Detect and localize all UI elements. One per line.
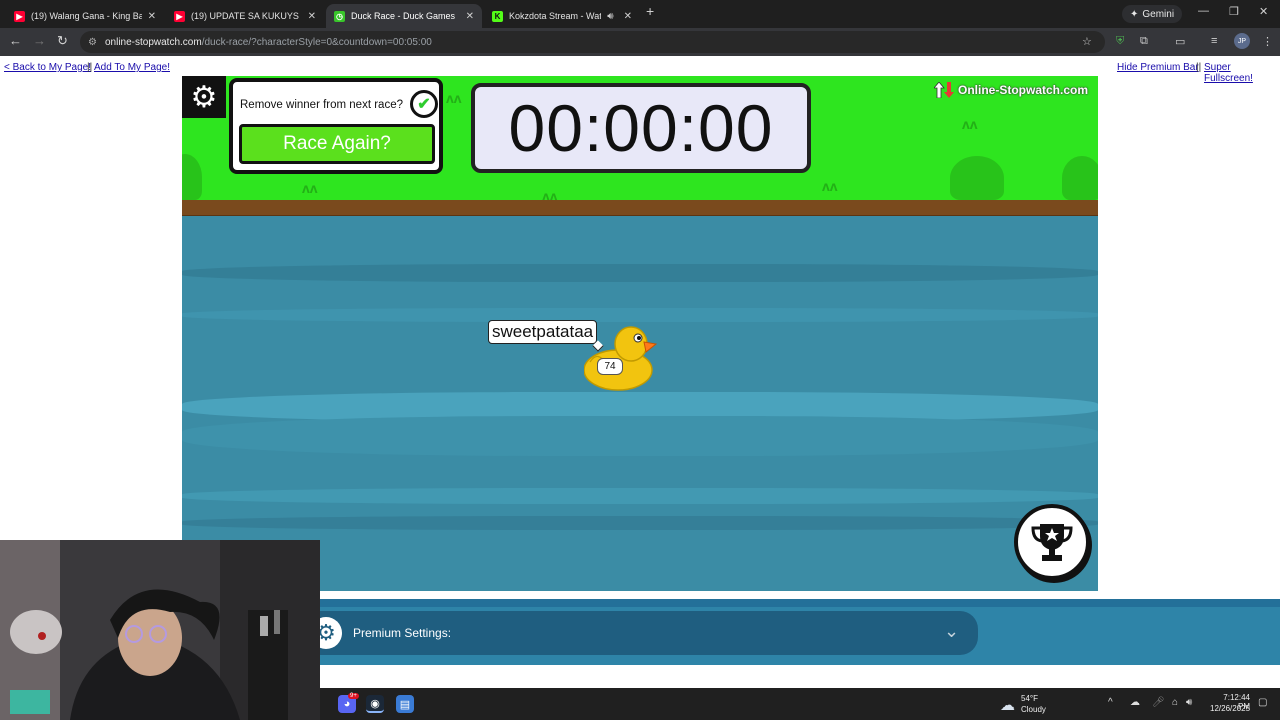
link-separator: || <box>87 62 93 73</box>
remove-winner-checkbox[interactable]: ✔ <box>410 90 438 118</box>
river <box>182 216 1098 591</box>
onedrive-icon[interactable]: ☁ <box>1130 697 1140 708</box>
notifications-icon[interactable]: ▢ <box>1258 697 1267 708</box>
tray-chevron-up-icon[interactable]: ^ <box>1108 697 1113 708</box>
back-icon[interactable]: ← <box>9 34 22 48</box>
restore-icon[interactable]: ❐ <box>1229 5 1239 18</box>
river-wave <box>182 416 1098 456</box>
browser-tab[interactable]: ▶ (19) UPDATE SA KUKUYS NEW ( ✕ <box>166 4 324 28</box>
address-bar[interactable]: ⚙︎ online-stopwatch.com/duck-race/?chara… <box>80 31 1105 53</box>
menu-icon[interactable]: ⋮ <box>1262 35 1273 48</box>
reading-list-icon[interactable]: ≡ <box>1211 35 1217 47</box>
hide-premium-bar-link[interactable]: Hide Premium Bar <box>1117 62 1199 73</box>
minimize-icon[interactable]: — <box>1198 5 1209 17</box>
duck-character <box>584 326 658 391</box>
chevron-down-icon[interactable]: ⌄ <box>944 621 959 642</box>
extensions-icon[interactable]: ⧉ <box>1140 35 1148 48</box>
youtube-icon: ▶ <box>14 10 25 22</box>
browser-toolbar: ← → ↻ ⚙︎ online-stopwatch.com/duck-race/… <box>0 28 1280 56</box>
weather-temp: 54°F <box>1021 694 1038 703</box>
webcam-overlay <box>0 540 320 720</box>
trophy-icon <box>1031 524 1073 561</box>
notepad-icon[interactable]: ▤ <box>396 695 414 713</box>
speaker-icon[interactable]: 🔊︎ <box>607 11 613 22</box>
add-to-my-page-link[interactable]: Add To My Page! <box>94 62 170 73</box>
premium-settings-toggle[interactable]: ⚙ Premium Settings: ⌄ <box>310 611 978 655</box>
sparkle-icon: ✦ <box>1130 8 1139 20</box>
leaderboard-trophy-button[interactable] <box>1014 504 1090 580</box>
duck-number-badge: 74 <box>597 358 623 375</box>
browser-tab-bar: ▶ (19) Walang Gana - King Badger ✕ ▶ (19… <box>0 0 1280 28</box>
tab-title: (19) UPDATE SA KUKUYS NEW ( <box>191 11 302 21</box>
browser-tab[interactable]: K Kokzdota Stream - Watch L 🔊︎ ✕ <box>484 4 640 28</box>
clock-date[interactable]: 12/26/2025 <box>1210 704 1250 713</box>
super-fullscreen-link[interactable]: Super Fullscreen! <box>1204 62 1280 84</box>
back-to-my-page-link[interactable]: < Back to My Page! <box>4 62 91 73</box>
kick-icon: K <box>492 10 503 22</box>
tab-title: Kokzdota Stream - Watch L <box>509 11 602 21</box>
grass-tuft: ᴧᴧ <box>962 116 978 132</box>
close-tab-icon[interactable]: ✕ <box>148 11 156 22</box>
windows-taskbar: ◕ 9+ ◉ ▤ ☁ 54°F Cloudy ^ ☁ 🎤︎ ⌂ 🔊︎ 7:12:… <box>320 688 1280 720</box>
gear-icon: ⚙ <box>190 80 218 114</box>
webcam-feed-image <box>0 540 320 720</box>
url-host: online-stopwatch.com <box>104 36 202 48</box>
river-wave <box>182 308 1098 322</box>
race-again-button[interactable]: Race Again? <box>239 124 435 164</box>
url-path: /duck-race/?characterStyle=0&countdown=0… <box>201 36 432 48</box>
steam-icon[interactable]: ◉ <box>366 695 384 713</box>
winner-options-panel: Remove winner from next race? ✔ Race Aga… <box>229 78 443 174</box>
browser-tab[interactable]: ▶ (19) Walang Gana - King Badger ✕ <box>6 4 164 28</box>
volume-icon[interactable]: 🔊︎ <box>1186 697 1192 708</box>
updown-arrows-icon <box>934 82 954 98</box>
bush <box>182 154 202 200</box>
remove-winner-label: Remove winner from next race? <box>240 99 403 111</box>
weather-desc: Cloudy <box>1021 705 1046 714</box>
bush <box>950 156 1004 200</box>
close-tab-icon[interactable]: ✕ <box>308 11 316 22</box>
premium-settings-bar: ⚙ Premium Settings: ⌄ <box>310 599 1280 665</box>
forward-icon[interactable]: → <box>33 34 46 48</box>
microphone-icon[interactable]: 🎤︎ <box>1152 697 1165 708</box>
grass-tuft: ᴧᴧ <box>822 178 838 194</box>
discord-badge: 9+ <box>348 693 359 699</box>
stopwatch-icon: ◷ <box>334 10 345 22</box>
grass-tuft: ᴧᴧ <box>302 180 318 196</box>
online-stopwatch-logo[interactable]: Online-Stopwatch.com <box>934 82 1088 98</box>
duck-race-game[interactable]: ᴧᴧ ᴧᴧ ᴧᴧ ᴧᴧ ᴧᴧ ⚙ Remove winner from next… <box>182 76 1098 591</box>
cast-icon[interactable]: ▭ <box>1175 35 1185 48</box>
river-wave <box>182 264 1098 282</box>
bookmark-star-icon[interactable]: ☆ <box>1082 35 1092 48</box>
network-icon[interactable]: ⌂ <box>1172 697 1178 708</box>
profile-avatar[interactable]: JP <box>1234 33 1250 49</box>
weather-cloud-icon: ☁ <box>1000 697 1015 714</box>
new-tab-button[interactable]: + <box>646 3 654 19</box>
shield-extension-icon[interactable]: ⛨ <box>1116 35 1124 48</box>
gemini-button[interactable]: ✦ Gemini <box>1122 5 1183 23</box>
gemini-label: Gemini <box>1142 8 1175 20</box>
countdown-timer: 00:00:00 <box>471 83 811 173</box>
grass-tuft: ᴧᴧ <box>446 90 462 106</box>
checkmark-icon: ✔ <box>417 96 431 113</box>
site-info-icon[interactable]: ⚙︎ <box>88 37 97 48</box>
river-wave <box>182 516 1098 530</box>
duck-name-label: sweetpatataa <box>488 320 598 344</box>
brand-text: Online-Stopwatch.com <box>958 83 1089 97</box>
youtube-icon: ▶ <box>174 10 185 22</box>
close-window-icon[interactable]: ✕ <box>1259 5 1268 18</box>
settings-gear-button[interactable]: ⚙ <box>182 76 226 118</box>
tab-title: Duck Race - Duck Games <box>351 11 456 21</box>
browser-tab-active[interactable]: ◷ Duck Race - Duck Games ✕ <box>326 4 482 28</box>
bush <box>1062 156 1098 200</box>
link-separator: || <box>1196 62 1202 73</box>
tab-title: (19) Walang Gana - King Badger <box>31 11 142 21</box>
reload-icon[interactable]: ↻ <box>57 34 68 48</box>
premium-settings-label: Premium Settings: <box>353 626 452 640</box>
river-wave <box>182 488 1098 504</box>
close-tab-icon[interactable]: ✕ <box>624 11 632 22</box>
close-tab-icon[interactable]: ✕ <box>466 11 474 22</box>
